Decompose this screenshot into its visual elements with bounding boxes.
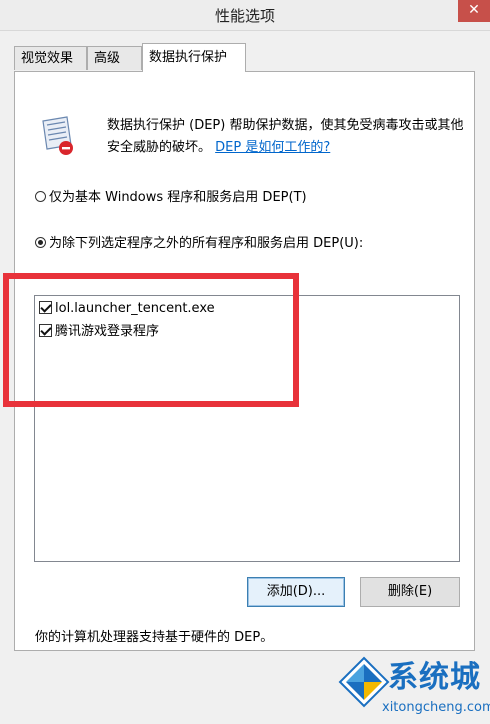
radio-all-except-label: 为除下列选定程序之外的所有程序和服务启用 DEP(U):: [49, 236, 364, 251]
annotation-highlight-box: [3, 273, 299, 407]
radio-all-except-indicator[interactable]: [35, 237, 46, 248]
dep-description: 数据执行保护 (DEP) 帮助保护数据，使其免受病毒攻击或其他安全威胁的破坏。 …: [107, 115, 469, 159]
watermark: 系统城 xitongcheng.com: [336, 648, 490, 724]
brand-name: 系统城: [388, 660, 481, 695]
dep-shield-icon: [42, 116, 73, 155]
brand-url: xitongcheng.com: [382, 700, 490, 715]
tab-advanced[interactable]: 高级: [87, 46, 142, 70]
radio-essential-only-label: 仅为基本 Windows 程序和服务启用 DEP(T): [49, 190, 307, 205]
remove-button[interactable]: 删除(E): [360, 577, 460, 607]
window-title: 性能选项: [214, 7, 275, 25]
tab-visual-effects[interactable]: 视觉效果: [14, 46, 87, 70]
radio-essential-only[interactable]: 仅为基本 Windows 程序和服务启用 DEP(T): [35, 188, 307, 208]
dep-help-link[interactable]: DEP 是如何工作的?: [215, 140, 330, 155]
add-button[interactable]: 添加(D)...: [247, 577, 345, 607]
tab-dep[interactable]: 数据执行保护: [142, 43, 246, 72]
radio-all-except[interactable]: 为除下列选定程序之外的所有程序和服务启用 DEP(U):: [35, 234, 363, 254]
radio-essential-only-indicator[interactable]: [35, 191, 46, 202]
title-bar: 性能选项 ✕: [0, 0, 490, 31]
status-text: 你的计算机处理器支持基于硬件的 DEP。: [35, 630, 274, 645]
close-button[interactable]: ✕: [458, 0, 490, 22]
